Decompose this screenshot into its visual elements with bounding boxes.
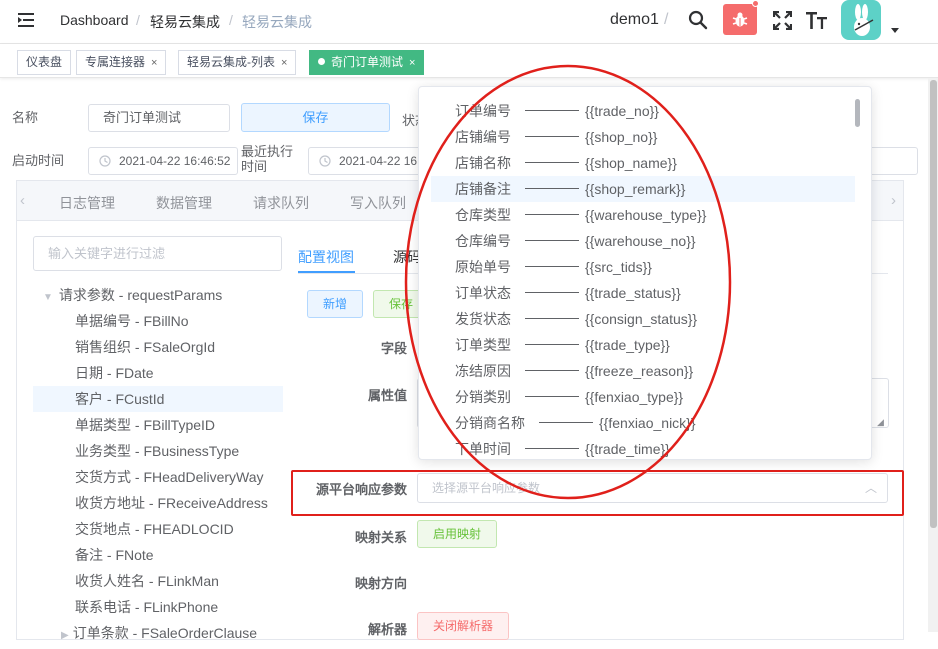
clock-icon	[99, 155, 111, 167]
tab-log-management[interactable]: 日志管理	[59, 193, 115, 213]
avatar[interactable]	[841, 0, 881, 40]
save-button[interactable]: 保存	[241, 103, 390, 132]
caret-down-icon: ▼	[43, 292, 53, 303]
tag-label: 奇门订单测试	[331, 55, 404, 69]
tree-item[interactable]: 交货方式 - FHeadDeliveryWay	[33, 464, 283, 490]
name-label: 名称	[12, 110, 39, 125]
add-button[interactable]: 新增	[307, 290, 363, 318]
chevron-left-icon[interactable]: ‹	[20, 192, 25, 209]
tree-item[interactable]: 日期 - FDate	[33, 360, 283, 386]
tag-integration-list[interactable]: 轻易云集成-列表 ×	[178, 50, 297, 75]
tab-config-view[interactable]: 配置视图	[298, 247, 354, 267]
tag-label: 仪表盘	[26, 55, 63, 69]
menu-fold-icon[interactable]	[18, 12, 36, 28]
page-scrollbar-thumb[interactable]	[930, 80, 937, 528]
search-icon[interactable]	[688, 10, 708, 30]
enable-mapping-button[interactable]: 启用映射	[417, 520, 497, 548]
tree-item[interactable]: 收货方地址 - FReceiveAddress	[33, 490, 283, 516]
breadcrumb-current: 轻易云集成	[242, 14, 312, 30]
chevron-right-icon[interactable]: ›	[891, 192, 896, 209]
tab-request-queue[interactable]: 请求队列	[253, 193, 309, 213]
start-time-label: 启动时间	[12, 153, 65, 168]
tree-item[interactable]: 交货地点 - FHEADLOCID	[33, 516, 283, 542]
tree-item[interactable]: 销售组织 - FSaleOrgId	[33, 334, 283, 360]
parser-label: 解析器	[367, 622, 407, 637]
fullscreen-icon[interactable]	[773, 11, 792, 30]
username: demo1	[610, 11, 659, 28]
bug-icon	[732, 12, 748, 27]
tab-write-queue[interactable]: 写入队列	[350, 193, 406, 213]
tag-label: 专属连接器	[85, 55, 146, 69]
user-separator: /	[664, 11, 669, 28]
tree-item[interactable]: 单据类型 - FBillTypeID	[33, 412, 283, 438]
dropdown-scrollbar[interactable]	[855, 99, 860, 127]
tree-item[interactable]: 单据编号 - FBillNo	[33, 308, 283, 334]
tag-label: 轻易云集成-列表	[187, 55, 275, 69]
tree-item[interactable]: 联系电话 - FLinkPhone	[33, 594, 283, 620]
tree-item-selected[interactable]: 客户 - FCustId	[33, 386, 283, 412]
close-parser-button[interactable]: 关闭解析器	[417, 612, 509, 640]
clock-icon	[319, 155, 331, 167]
breadcrumb-separator: /	[136, 12, 140, 28]
name-input[interactable]: 奇门订单测试	[88, 104, 230, 132]
tab-data-management[interactable]: 数据管理	[156, 193, 212, 213]
tree-item[interactable]: 业务类型 - FBusinessType	[33, 438, 283, 464]
last-exec-label: 最近执行时间	[241, 144, 294, 174]
notification-dot	[752, 0, 759, 7]
mapping-label: 映射关系	[354, 530, 407, 545]
breadcrumb-dashboard[interactable]: Dashboard	[60, 12, 129, 28]
bug-report-button[interactable]	[723, 4, 757, 35]
tree-root-label: 请求参数 - requestParams	[58, 287, 223, 303]
annotation-ellipse	[404, 64, 732, 500]
close-icon[interactable]: ×	[151, 57, 157, 69]
tag-dashboard[interactable]: 仪表盘	[17, 50, 72, 75]
font-size-icon[interactable]	[806, 10, 828, 30]
start-time-value: 2021-04-22 16:46:52	[119, 154, 231, 168]
active-dot-icon	[318, 58, 325, 65]
tree-filter-input[interactable]: 输入关键字进行过滤	[33, 236, 282, 271]
top-navbar: Dashboard / 轻易云集成 / 轻易云集成 demo1 /	[0, 0, 938, 44]
tag-connector[interactable]: 专属连接器 ×	[76, 50, 167, 75]
tree-item-collapsed[interactable]: ▶ 订单条款 - FSaleOrderClause	[33, 620, 283, 646]
resize-handle-icon[interactable]: ◢	[877, 417, 884, 428]
attr-value-label: 属性值	[367, 388, 407, 403]
close-icon[interactable]: ×	[281, 57, 287, 69]
tree-item[interactable]: 备注 - FNote	[33, 542, 283, 568]
tree-root-request-params[interactable]: ▼ 请求参数 - requestParams	[33, 282, 283, 308]
tab-active-indicator	[298, 271, 355, 273]
mapping-direction-label: 映射方向	[354, 576, 407, 591]
breadcrumb-separator: /	[229, 12, 233, 28]
tree-item[interactable]: 收货人姓名 - FLinkMan	[33, 568, 283, 594]
field-label: 字段	[380, 341, 407, 356]
start-time-input[interactable]: 2021-04-22 16:46:52	[88, 147, 238, 175]
breadcrumb-integration[interactable]: 轻易云集成	[150, 12, 220, 32]
caret-down-icon[interactable]	[890, 27, 900, 34]
rabbit-avatar-icon	[854, 4, 874, 36]
tree-item-label: 订单条款 - FSaleOrderClause	[72, 625, 258, 641]
